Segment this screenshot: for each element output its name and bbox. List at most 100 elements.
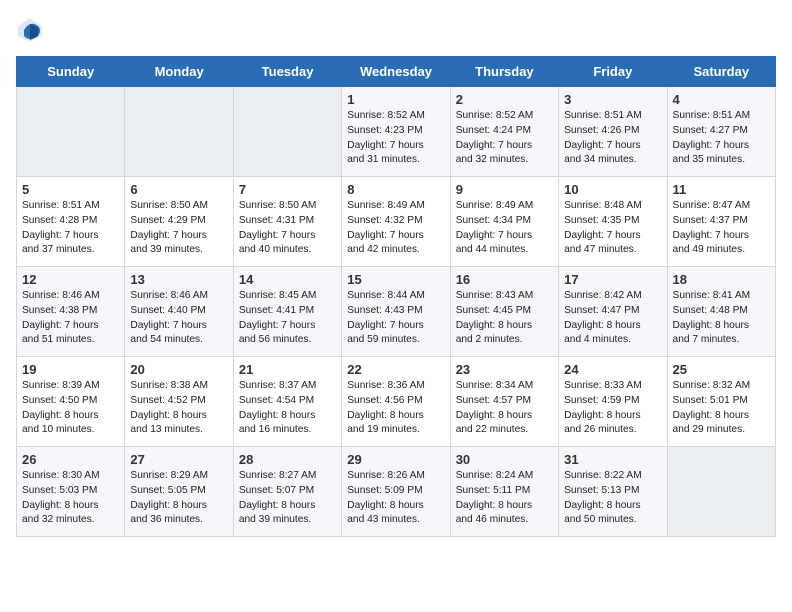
day-number: 5 (22, 182, 119, 197)
day-number: 20 (130, 362, 227, 377)
day-content: Sunrise: 8:24 AM Sunset: 5:11 PM Dayligh… (456, 469, 553, 528)
day-content: Sunrise: 8:46 AM Sunset: 4:38 PM Dayligh… (22, 289, 119, 348)
calendar-cell: 21 Sunrise: 8:37 AM Sunset: 4:54 PM Dayli… (233, 357, 341, 447)
day-number: 8 (347, 182, 444, 197)
day-number: 25 (673, 362, 770, 377)
day-number: 24 (564, 362, 661, 377)
day-content: Sunrise: 8:32 AM Sunset: 5:01 PM Dayligh… (673, 379, 770, 438)
calendar-cell: 12 Sunrise: 8:46 AM Sunset: 4:38 PM Dayli… (17, 267, 125, 357)
day-number: 15 (347, 272, 444, 287)
day-content: Sunrise: 8:51 AM Sunset: 4:27 PM Dayligh… (673, 109, 770, 168)
calendar-cell: 23 Sunrise: 8:34 AM Sunset: 4:57 PM Dayli… (450, 357, 558, 447)
calendar-week-row: 26 Sunrise: 8:30 AM Sunset: 5:03 PM Dayli… (17, 447, 776, 537)
calendar-header-wednesday: Wednesday (342, 57, 450, 87)
calendar-cell: 20 Sunrise: 8:38 AM Sunset: 4:52 PM Dayli… (125, 357, 233, 447)
day-number: 11 (673, 182, 770, 197)
calendar-week-row: 12 Sunrise: 8:46 AM Sunset: 4:38 PM Dayli… (17, 267, 776, 357)
calendar-cell: 26 Sunrise: 8:30 AM Sunset: 5:03 PM Dayli… (17, 447, 125, 537)
day-content: Sunrise: 8:51 AM Sunset: 4:28 PM Dayligh… (22, 199, 119, 258)
calendar-table: SundayMondayTuesdayWednesdayThursdayFrid… (16, 56, 776, 537)
calendar-cell: 29Sunrise: 8:26 AM Sunset: 5:09 PM Dayli… (342, 447, 450, 537)
calendar-cell (233, 87, 341, 177)
day-content: Sunrise: 8:48 AM Sunset: 4:35 PM Dayligh… (564, 199, 661, 258)
calendar-header-saturday: Saturday (667, 57, 775, 87)
calendar-cell: 28Sunrise: 8:27 AM Sunset: 5:07 PM Dayli… (233, 447, 341, 537)
day-content: Sunrise: 8:43 AM Sunset: 4:45 PM Dayligh… (456, 289, 553, 348)
calendar-cell: 13 Sunrise: 8:46 AM Sunset: 4:40 PM Dayli… (125, 267, 233, 357)
calendar-week-row: 5 Sunrise: 8:51 AM Sunset: 4:28 PM Daylig… (17, 177, 776, 267)
day-content: Sunrise: 8:37 AM Sunset: 4:54 PM Dayligh… (239, 379, 336, 438)
calendar-cell: 25 Sunrise: 8:32 AM Sunset: 5:01 PM Dayli… (667, 357, 775, 447)
calendar-week-row: 19 Sunrise: 8:39 AM Sunset: 4:50 PM Dayli… (17, 357, 776, 447)
day-number: 19 (22, 362, 119, 377)
calendar-cell (667, 447, 775, 537)
calendar-week-row: 1Sunrise: 8:52 AM Sunset: 4:23 PM Daylig… (17, 87, 776, 177)
day-content: Sunrise: 8:36 AM Sunset: 4:56 PM Dayligh… (347, 379, 444, 438)
calendar-header-row: SundayMondayTuesdayWednesdayThursdayFrid… (17, 57, 776, 87)
day-number: 31 (564, 452, 661, 467)
day-content: Sunrise: 8:33 AM Sunset: 4:59 PM Dayligh… (564, 379, 661, 438)
calendar-header-tuesday: Tuesday (233, 57, 341, 87)
day-number: 2 (456, 92, 553, 107)
day-content: Sunrise: 8:52 AM Sunset: 4:24 PM Dayligh… (456, 109, 553, 168)
day-content: Sunrise: 8:50 AM Sunset: 4:31 PM Dayligh… (239, 199, 336, 258)
calendar-cell: 22 Sunrise: 8:36 AM Sunset: 4:56 PM Dayli… (342, 357, 450, 447)
calendar-cell (125, 87, 233, 177)
day-number: 4 (673, 92, 770, 107)
day-content: Sunrise: 8:52 AM Sunset: 4:23 PM Dayligh… (347, 109, 444, 168)
day-content: Sunrise: 8:42 AM Sunset: 4:47 PM Dayligh… (564, 289, 661, 348)
logo (16, 16, 46, 44)
calendar-cell (17, 87, 125, 177)
day-number: 16 (456, 272, 553, 287)
day-content: Sunrise: 8:47 AM Sunset: 4:37 PM Dayligh… (673, 199, 770, 258)
day-content: Sunrise: 8:27 AM Sunset: 5:07 PM Dayligh… (239, 469, 336, 528)
calendar-cell: 14Sunrise: 8:45 AM Sunset: 4:41 PM Dayli… (233, 267, 341, 357)
day-number: 26 (22, 452, 119, 467)
day-content: Sunrise: 8:29 AM Sunset: 5:05 PM Dayligh… (130, 469, 227, 528)
day-content: Sunrise: 8:39 AM Sunset: 4:50 PM Dayligh… (22, 379, 119, 438)
day-number: 10 (564, 182, 661, 197)
day-number: 7 (239, 182, 336, 197)
page-header (16, 16, 776, 44)
calendar-cell: 7 Sunrise: 8:50 AM Sunset: 4:31 PM Daylig… (233, 177, 341, 267)
day-number: 27 (130, 452, 227, 467)
calendar-cell: 17 Sunrise: 8:42 AM Sunset: 4:47 PM Dayli… (559, 267, 667, 357)
calendar-cell: 11 Sunrise: 8:47 AM Sunset: 4:37 PM Dayli… (667, 177, 775, 267)
calendar-cell: 30 Sunrise: 8:24 AM Sunset: 5:11 PM Dayli… (450, 447, 558, 537)
calendar-cell: 16 Sunrise: 8:43 AM Sunset: 4:45 PM Dayli… (450, 267, 558, 357)
calendar-header-thursday: Thursday (450, 57, 558, 87)
calendar-cell: 3 Sunrise: 8:51 AM Sunset: 4:26 PM Daylig… (559, 87, 667, 177)
calendar-cell: 4 Sunrise: 8:51 AM Sunset: 4:27 PM Daylig… (667, 87, 775, 177)
day-number: 13 (130, 272, 227, 287)
day-number: 30 (456, 452, 553, 467)
day-number: 29 (347, 452, 444, 467)
day-content: Sunrise: 8:22 AM Sunset: 5:13 PM Dayligh… (564, 469, 661, 528)
day-content: Sunrise: 8:45 AM Sunset: 4:41 PM Dayligh… (239, 289, 336, 348)
day-number: 3 (564, 92, 661, 107)
day-content: Sunrise: 8:30 AM Sunset: 5:03 PM Dayligh… (22, 469, 119, 528)
day-content: Sunrise: 8:46 AM Sunset: 4:40 PM Dayligh… (130, 289, 227, 348)
calendar-cell: 8 Sunrise: 8:49 AM Sunset: 4:32 PM Daylig… (342, 177, 450, 267)
day-number: 22 (347, 362, 444, 377)
day-number: 23 (456, 362, 553, 377)
calendar-cell: 5 Sunrise: 8:51 AM Sunset: 4:28 PM Daylig… (17, 177, 125, 267)
calendar-cell: 19 Sunrise: 8:39 AM Sunset: 4:50 PM Dayli… (17, 357, 125, 447)
calendar-cell: 15 Sunrise: 8:44 AM Sunset: 4:43 PM Dayli… (342, 267, 450, 357)
day-content: Sunrise: 8:49 AM Sunset: 4:32 PM Dayligh… (347, 199, 444, 258)
day-number: 12 (22, 272, 119, 287)
day-content: Sunrise: 8:50 AM Sunset: 4:29 PM Dayligh… (130, 199, 227, 258)
day-content: Sunrise: 8:44 AM Sunset: 4:43 PM Dayligh… (347, 289, 444, 348)
calendar-cell: 10 Sunrise: 8:48 AM Sunset: 4:35 PM Dayli… (559, 177, 667, 267)
day-content: Sunrise: 8:34 AM Sunset: 4:57 PM Dayligh… (456, 379, 553, 438)
calendar-cell: 18Sunrise: 8:41 AM Sunset: 4:48 PM Dayli… (667, 267, 775, 357)
day-content: Sunrise: 8:38 AM Sunset: 4:52 PM Dayligh… (130, 379, 227, 438)
day-number: 21 (239, 362, 336, 377)
day-number: 9 (456, 182, 553, 197)
day-number: 17 (564, 272, 661, 287)
day-content: Sunrise: 8:51 AM Sunset: 4:26 PM Dayligh… (564, 109, 661, 168)
calendar-cell: 31 Sunrise: 8:22 AM Sunset: 5:13 PM Dayli… (559, 447, 667, 537)
calendar-cell: 1Sunrise: 8:52 AM Sunset: 4:23 PM Daylig… (342, 87, 450, 177)
calendar-cell: 9 Sunrise: 8:49 AM Sunset: 4:34 PM Daylig… (450, 177, 558, 267)
day-content: Sunrise: 8:49 AM Sunset: 4:34 PM Dayligh… (456, 199, 553, 258)
calendar-cell: 27 Sunrise: 8:29 AM Sunset: 5:05 PM Dayli… (125, 447, 233, 537)
